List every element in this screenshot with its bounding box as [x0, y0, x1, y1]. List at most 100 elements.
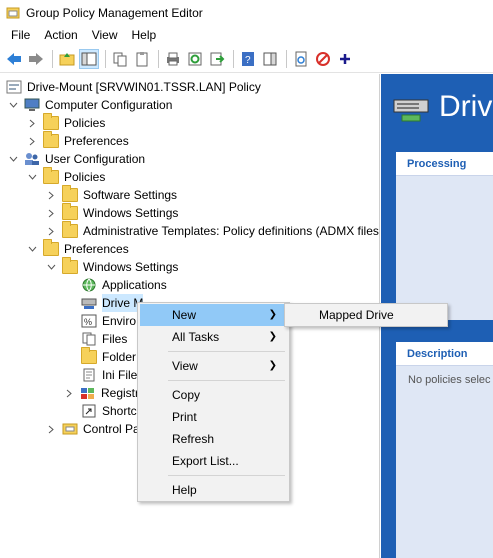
console-tree-icon: [81, 52, 97, 65]
submenu-arrow-icon: ❯: [268, 360, 277, 371]
tree-shortcuts[interactable]: Shortc: [81, 402, 137, 420]
tree-environment[interactable]: % Enviro: [81, 312, 136, 330]
expand-chevron-icon[interactable]: [46, 424, 56, 434]
description-panel: Description No policies selec: [396, 342, 493, 558]
folder-up-icon: [59, 52, 75, 65]
menu-separator: [168, 380, 285, 381]
tree-applications[interactable]: Applications: [81, 276, 167, 294]
tree-computer-configuration[interactable]: Computer Configuration: [8, 96, 172, 114]
tree-registry[interactable]: Registr: [64, 384, 139, 402]
tree-uc-preferences[interactable]: Preferences: [27, 239, 129, 258]
properties-button[interactable]: [291, 49, 311, 69]
show-hide-tree-button[interactable]: [79, 48, 99, 69]
menu-item-mapped-drive[interactable]: Mapped Drive: [287, 305, 445, 325]
expand-chevron-icon[interactable]: [46, 190, 56, 200]
folder-icon: [43, 239, 59, 256]
users-icon: [25, 153, 39, 165]
copy-button[interactable]: [110, 49, 130, 69]
folder-icon: [43, 113, 59, 130]
tree-label: Preferences: [64, 242, 129, 256]
menu-item-refresh[interactable]: Refresh: [140, 428, 287, 450]
drive-icon: [81, 298, 97, 309]
collapse-chevron-icon[interactable]: [8, 100, 18, 110]
folder-icon: [43, 131, 59, 148]
stop-button[interactable]: [313, 49, 333, 69]
tree-label: Enviro: [102, 314, 137, 328]
tree-ini-files[interactable]: Ini File: [81, 366, 137, 384]
tree-files[interactable]: Files: [81, 330, 127, 348]
folder-icon: [62, 221, 78, 238]
printer-icon: [167, 52, 179, 65]
tree-cc-preferences[interactable]: Preferences: [27, 131, 129, 150]
menu-item-all-tasks[interactable]: All Tasks ❯: [140, 326, 287, 348]
folder-icon: [62, 203, 78, 220]
globe-icon: [82, 278, 96, 292]
print-button[interactable]: [163, 49, 183, 69]
svg-text:?: ?: [245, 55, 251, 66]
forward-button[interactable]: [26, 49, 46, 69]
tree-label: Administrative Templates: Policy definit…: [83, 224, 379, 238]
expand-chevron-icon[interactable]: [64, 388, 74, 398]
tree-user-configuration[interactable]: User Configuration: [8, 150, 145, 168]
menu-action[interactable]: Action: [37, 25, 84, 45]
menu-item-view[interactable]: View ❯: [140, 355, 287, 377]
menu-item-label: View: [172, 359, 198, 373]
expand-chevron-icon[interactable]: [46, 226, 56, 236]
control-panel-icon: [62, 423, 78, 435]
registry-icon: [81, 388, 94, 399]
menu-item-print[interactable]: Print: [140, 406, 287, 428]
tree-label: Applications: [102, 278, 167, 292]
files-icon: [82, 332, 96, 346]
up-level-button[interactable]: [57, 49, 77, 69]
menu-help[interactable]: Help: [125, 25, 164, 45]
tree-folders[interactable]: Folder: [81, 347, 136, 366]
back-button[interactable]: [4, 49, 24, 69]
menu-separator: [168, 475, 285, 476]
tree-label: Preferences: [64, 134, 129, 148]
tree-label: Control Pa: [83, 422, 140, 436]
action-pane-icon: [263, 52, 277, 65]
menu-item-copy[interactable]: Copy: [140, 384, 287, 406]
expand-chevron-icon[interactable]: [46, 208, 56, 218]
forward-arrow-icon: [29, 52, 43, 65]
menu-item-label: Copy: [172, 388, 201, 402]
expand-chevron-icon[interactable]: [27, 118, 37, 128]
computer-icon: [24, 98, 40, 111]
collapse-chevron-icon[interactable]: [8, 154, 18, 164]
page-gear-icon: [295, 51, 307, 66]
tree-root-label: Drive-Mount [SRVWIN01.TSSR.LAN] Policy: [27, 80, 261, 94]
menu-item-new[interactable]: New ❯: [140, 304, 287, 326]
tree-drive-maps[interactable]: Drive M: [81, 294, 144, 312]
tree-cc-policies[interactable]: Policies: [27, 113, 105, 132]
refresh-button[interactable]: [185, 49, 205, 69]
collapse-chevron-icon[interactable]: [46, 262, 56, 272]
help-button[interactable]: ?: [238, 49, 258, 69]
collapse-chevron-icon[interactable]: [27, 244, 37, 254]
tree-label: Software Settings: [83, 188, 178, 202]
tree-root[interactable]: Drive-Mount [SRVWIN01.TSSR.LAN] Policy: [6, 78, 261, 96]
add-button[interactable]: [335, 49, 355, 69]
menu-item-export-list[interactable]: Export List...: [140, 450, 287, 472]
show-pane-button[interactable]: [260, 49, 280, 69]
menu-view[interactable]: View: [85, 25, 125, 45]
tree-label: Registr: [101, 386, 140, 400]
collapse-chevron-icon[interactable]: [27, 172, 37, 182]
processing-header: Processing: [396, 152, 493, 176]
menu-file[interactable]: File: [4, 25, 37, 45]
tree-uc-policies[interactable]: Policies: [27, 167, 105, 186]
paste-icon: [136, 51, 148, 66]
expand-chevron-icon[interactable]: [27, 136, 37, 146]
tree-windows-settings-policies[interactable]: Windows Settings: [46, 203, 178, 222]
ini-file-icon: [83, 368, 95, 382]
tree-software-settings[interactable]: Software Settings: [46, 185, 178, 204]
tree-windows-settings-prefs[interactable]: Windows Settings: [46, 257, 178, 276]
menu-item-label: Help: [172, 483, 197, 497]
tree-control-panel[interactable]: Control Pa: [46, 420, 140, 438]
paste-button[interactable]: [132, 49, 152, 69]
submenu-arrow-icon: ❯: [268, 331, 277, 342]
menu-item-help[interactable]: Help: [140, 479, 287, 501]
menu-item-label: Export List...: [172, 454, 239, 468]
export-list-button[interactable]: [207, 49, 227, 69]
tree-admin-templates[interactable]: Administrative Templates: Policy definit…: [46, 221, 379, 240]
menu-item-label: Print: [172, 410, 197, 424]
